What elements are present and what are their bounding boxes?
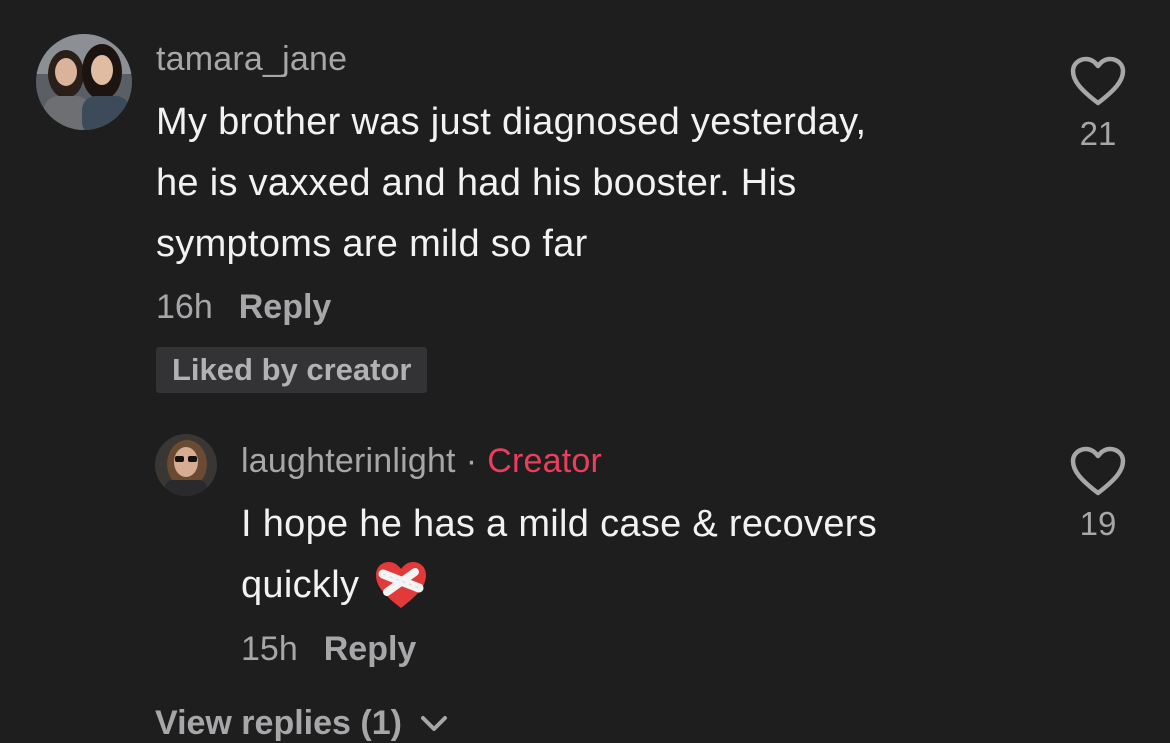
avatar[interactable]	[155, 434, 217, 496]
view-replies-label: View replies (1)	[155, 704, 402, 742]
reply-text-line: I hope he has a mild case & recovers	[241, 503, 878, 545]
reply-timestamp: 15h	[241, 630, 298, 668]
comment-username[interactable]: tamara_jane	[156, 40, 347, 79]
separator-dot: ·	[465, 442, 478, 480]
reply-item: laughterinlight · Creator I hope he has a …	[0, 400, 1170, 700]
reply-meta: 15h Reply	[241, 630, 416, 669]
comment-text: My brother was just diagnosed yesterday,…	[156, 92, 1016, 275]
like-count: 19	[1079, 505, 1117, 542]
avatar-photo-icon	[155, 434, 217, 496]
like-button[interactable]: 21	[1063, 56, 1133, 153]
mending-heart-icon	[373, 558, 429, 614]
heart-outline-icon	[1070, 446, 1126, 496]
like-count: 21	[1079, 115, 1117, 152]
comment-timestamp: 16h	[156, 288, 213, 326]
like-button[interactable]: 19	[1063, 446, 1133, 543]
comment-text-line: symptoms are mild so far	[156, 223, 588, 265]
reply-username-row: laughterinlight · Creator	[241, 442, 602, 481]
reply-text: I hope he has a mild case & recovers qui…	[241, 494, 1021, 616]
avatar[interactable]	[36, 34, 132, 130]
comment-meta: 16h Reply	[156, 288, 331, 327]
chevron-down-icon	[419, 704, 449, 743]
comment-item: tamara_jane My brother was just diagnose…	[0, 0, 1170, 400]
heart-outline-icon	[1070, 56, 1126, 106]
reply-text-line-2: quickly	[241, 555, 1021, 616]
liked-by-creator-badge: Liked by creator	[156, 347, 428, 393]
reply-button[interactable]: Reply	[239, 288, 332, 326]
avatar-photo-icon	[36, 34, 132, 130]
reply-username[interactable]: laughterinlight	[241, 442, 456, 480]
view-replies-button[interactable]: View replies (1)	[155, 704, 449, 743]
comment-text-line: he is vaxxed and had his booster. His	[156, 162, 797, 204]
reply-button[interactable]: Reply	[324, 630, 417, 668]
creator-label: Creator	[487, 442, 603, 480]
comment-text-line: My brother was just diagnosed yesterday,	[156, 101, 867, 143]
reply-text-word: quickly	[241, 564, 360, 606]
